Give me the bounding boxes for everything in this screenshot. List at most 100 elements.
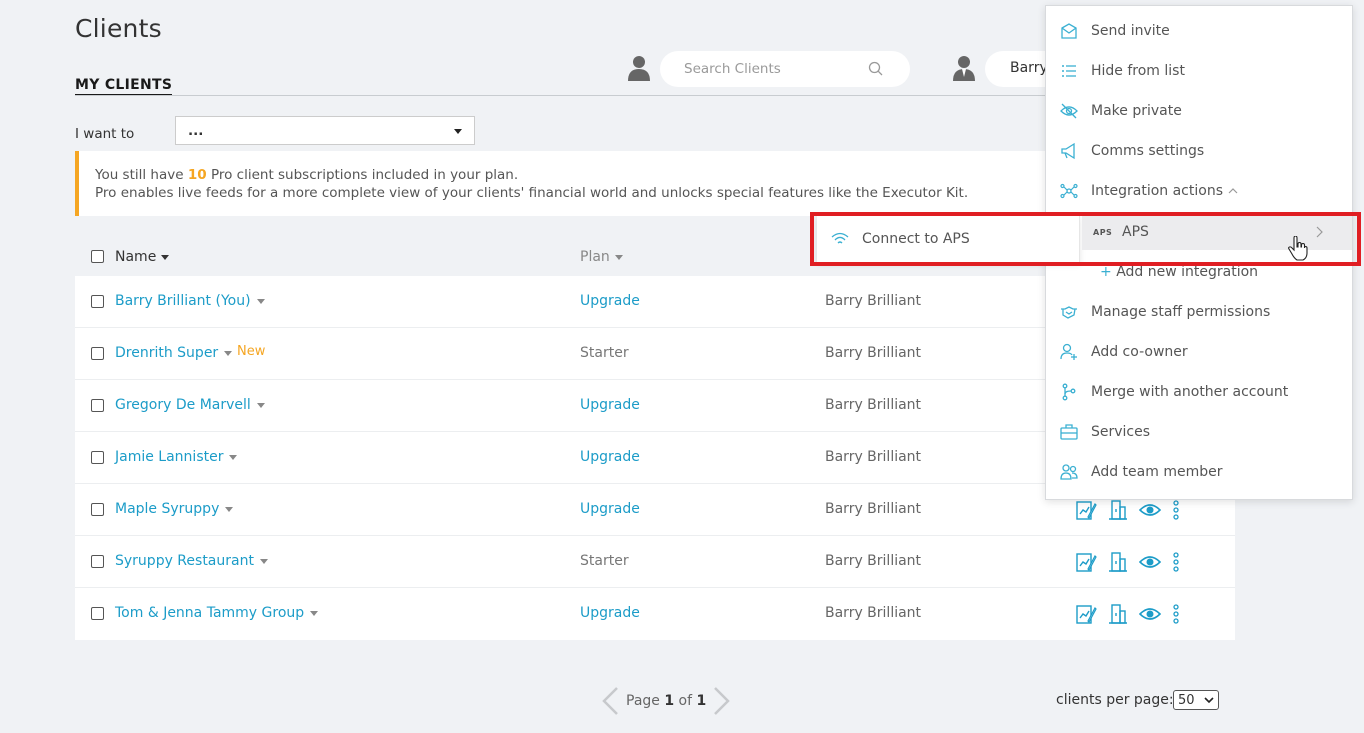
user-plus-icon bbox=[1060, 343, 1077, 360]
plan-value[interactable]: Upgrade bbox=[580, 293, 640, 309]
search-icon[interactable] bbox=[868, 61, 884, 77]
menu-item-label: Manage staff permissions bbox=[1091, 304, 1271, 320]
per-page-value: 50 bbox=[1178, 693, 1195, 708]
row-checkbox[interactable] bbox=[91, 295, 104, 308]
caret-down-icon bbox=[454, 129, 462, 134]
client-name-link[interactable]: Tom & Jenna Tammy Group bbox=[115, 605, 319, 621]
owner-name: Barry Brilliant bbox=[825, 449, 922, 465]
plan-value[interactable]: Upgrade bbox=[580, 605, 640, 621]
owner-name: Barry Brilliant bbox=[825, 605, 922, 621]
menu-item-comms-settings[interactable]: Comms settings bbox=[1046, 133, 1352, 169]
caret-down-icon[interactable] bbox=[310, 610, 319, 616]
client-name-link[interactable]: Barry Brilliant (You) bbox=[115, 293, 265, 309]
menu-item-label: Add team member bbox=[1091, 464, 1223, 480]
row-checkbox[interactable] bbox=[91, 347, 104, 360]
menu-item-merge-with-another-account[interactable]: Merge with another account bbox=[1046, 374, 1352, 410]
plan-value: Starter bbox=[580, 345, 629, 361]
banner-line-1: You still have 10 Pro client subscriptio… bbox=[95, 167, 519, 183]
menu-item-manage-staff-permissions[interactable]: Manage staff permissions bbox=[1046, 294, 1352, 330]
plan-value[interactable]: Upgrade bbox=[580, 501, 640, 517]
row-checkbox[interactable] bbox=[91, 555, 104, 568]
plan-value[interactable]: Upgrade bbox=[580, 397, 640, 413]
client-name-link[interactable]: Gregory De Marvell bbox=[115, 397, 265, 413]
client-name-link[interactable]: Syruppy Restaurant bbox=[115, 553, 268, 569]
owner-name: Barry Brilliant bbox=[825, 553, 922, 569]
user-filter-label: Barry bbox=[1010, 60, 1048, 76]
edit-report-icon[interactable] bbox=[1075, 603, 1097, 625]
row-actions bbox=[1075, 496, 1181, 524]
client-name-link[interactable]: Drenrith Super bbox=[115, 345, 233, 361]
caret-down-icon[interactable] bbox=[229, 454, 238, 460]
table-row: Syruppy Restaurant Starter Barry Brilliant bbox=[75, 536, 1235, 588]
chevron-down-icon bbox=[1204, 697, 1214, 704]
hand-cursor-icon bbox=[1288, 236, 1308, 261]
eye-icon[interactable] bbox=[1139, 551, 1161, 573]
menu-item-label: Send invite bbox=[1091, 23, 1170, 39]
briefcase-icon bbox=[1060, 424, 1078, 440]
owner-name: Barry Brilliant bbox=[825, 293, 922, 309]
plan-value: Starter bbox=[580, 553, 629, 569]
caret-down-icon[interactable] bbox=[256, 402, 265, 408]
plan-value[interactable]: Upgrade bbox=[580, 449, 640, 465]
plus-icon: + bbox=[1100, 264, 1117, 280]
prev-page-icon[interactable] bbox=[600, 686, 620, 716]
caret-down-icon[interactable] bbox=[256, 298, 265, 304]
more-vertical-icon[interactable] bbox=[1171, 603, 1181, 625]
banner-line-2: Pro enables live feeds for a more comple… bbox=[95, 185, 969, 201]
menu-item-hide-from-list[interactable]: Hide from list bbox=[1046, 53, 1352, 89]
row-actions bbox=[1075, 548, 1181, 576]
client-name-link[interactable]: Maple Syruppy bbox=[115, 501, 234, 517]
per-page-label: clients per page: bbox=[1056, 692, 1174, 708]
banner-count: 10 bbox=[187, 167, 207, 183]
row-checkbox[interactable] bbox=[91, 503, 104, 516]
person-icon bbox=[628, 56, 650, 81]
more-vertical-icon[interactable] bbox=[1171, 551, 1181, 573]
menu-item-label: Merge with another account bbox=[1091, 384, 1289, 400]
building-icon[interactable] bbox=[1107, 551, 1129, 573]
chevron-up-icon bbox=[1228, 188, 1238, 194]
row-checkbox[interactable] bbox=[91, 607, 104, 620]
eye-slash-icon bbox=[1060, 103, 1078, 119]
caret-down-icon[interactable] bbox=[259, 558, 268, 564]
caret-down-icon[interactable] bbox=[224, 350, 233, 356]
edit-report-icon[interactable] bbox=[1075, 551, 1097, 573]
eye-icon[interactable] bbox=[1139, 603, 1161, 625]
sort-caret-icon bbox=[161, 254, 170, 260]
menu-item-label: Make private bbox=[1091, 103, 1182, 119]
owner-name: Barry Brilliant bbox=[825, 345, 922, 361]
menu-item-send-invite[interactable]: Send invite bbox=[1046, 13, 1352, 49]
eye-icon[interactable] bbox=[1139, 499, 1161, 521]
add-new-integration-label: Add new integration bbox=[1116, 264, 1259, 280]
owner-name: Barry Brilliant bbox=[825, 501, 922, 517]
menu-item-add-team-member[interactable]: Add team member bbox=[1046, 454, 1352, 490]
building-icon[interactable] bbox=[1107, 603, 1129, 625]
client-name-link[interactable]: Jamie Lannister bbox=[115, 449, 238, 465]
menu-item-add-co-owner[interactable]: Add co-owner bbox=[1046, 334, 1352, 370]
row-checkbox[interactable] bbox=[91, 451, 104, 464]
list-icon bbox=[1062, 65, 1076, 77]
row-actions bbox=[1075, 600, 1181, 628]
per-page-select[interactable]: 50 bbox=[1173, 690, 1219, 710]
row-checkbox[interactable] bbox=[91, 399, 104, 412]
column-header-name[interactable]: Name bbox=[115, 249, 170, 265]
menu-item-label: Add co-owner bbox=[1091, 344, 1188, 360]
edit-report-icon[interactable] bbox=[1075, 499, 1097, 521]
megaphone-icon bbox=[1061, 142, 1075, 160]
menu-item-services[interactable]: Services bbox=[1046, 414, 1352, 450]
menu-item-make-private[interactable]: Make private bbox=[1046, 93, 1352, 129]
users-icon bbox=[1060, 464, 1078, 480]
add-new-integration[interactable]: + Add new integration bbox=[1100, 264, 1258, 280]
select-all-checkbox[interactable] bbox=[91, 250, 104, 263]
menu-item-integration-actions[interactable]: Integration actions bbox=[1046, 173, 1352, 209]
menu-item-label: Hide from list bbox=[1091, 63, 1185, 79]
column-header-plan[interactable]: Plan bbox=[580, 249, 623, 265]
iwant-select[interactable]: ... bbox=[175, 116, 475, 145]
iwant-label: I want to bbox=[75, 126, 135, 142]
caret-down-icon[interactable] bbox=[225, 506, 234, 512]
search-box bbox=[660, 51, 910, 87]
more-vertical-icon[interactable] bbox=[1171, 499, 1181, 521]
next-page-icon[interactable] bbox=[712, 686, 732, 716]
tab-my-clients[interactable]: MY CLIENTS bbox=[75, 77, 173, 96]
search-input[interactable] bbox=[684, 59, 864, 79]
building-icon[interactable] bbox=[1107, 499, 1129, 521]
